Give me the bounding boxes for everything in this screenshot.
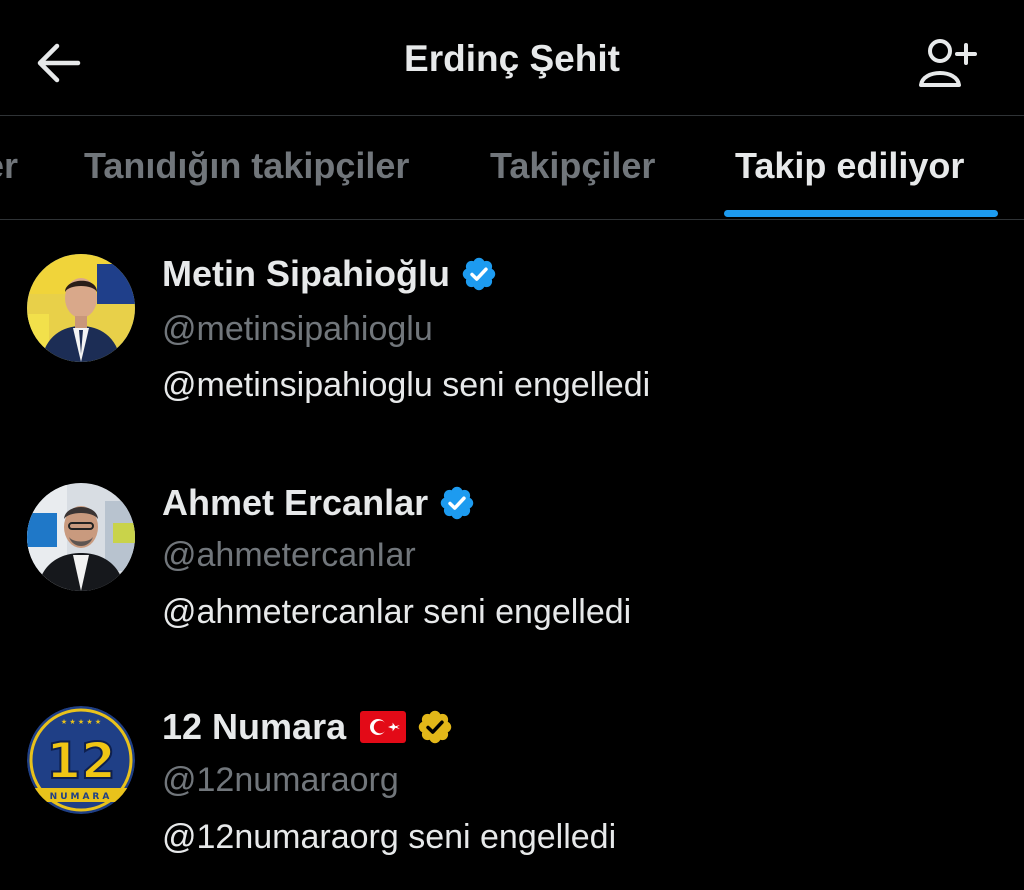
tab-known-followers[interactable]: Tanıdığın takipçiler xyxy=(84,145,409,187)
name-row: 12 Numara xyxy=(162,706,454,748)
avatar-subtext: NUMARA xyxy=(50,792,113,802)
handle: @metinsipahioglu xyxy=(162,310,433,348)
tab-partial[interactable]: er xyxy=(0,145,18,187)
block-status: @metinsipahioglu seni engelledi xyxy=(162,366,651,404)
active-tab-indicator xyxy=(724,210,998,217)
display-name: Ahmet Ercanlar xyxy=(162,482,429,523)
list-item[interactable]: Ahmet Ercanlar @ahmetercanIar @ahmeterca… xyxy=(0,450,1024,670)
avatar[interactable] xyxy=(27,254,135,362)
page-title: Erdinç Şehit xyxy=(404,38,620,79)
block-status: @12numaraorg seni engelledi xyxy=(162,818,617,856)
block-status: @ahmetercanlar seni engelledi xyxy=(162,593,632,631)
verified-badge-icon xyxy=(438,484,476,522)
avatar-image xyxy=(27,254,135,362)
handle: @ahmetercanIar xyxy=(162,536,416,574)
turkey-flag-icon xyxy=(360,711,407,743)
top-bar: Erdinç Şehit xyxy=(0,0,1024,116)
avatar[interactable]: ★ ★ ★ ★ ★ 12 NUMARA xyxy=(27,706,135,814)
tab-bar: er Tanıdığın takipçiler Takipçiler Takip… xyxy=(0,116,1024,220)
avatar-number: 12 xyxy=(46,732,116,790)
display-name: Metin Sipahioğlu xyxy=(162,253,450,294)
avatar[interactable] xyxy=(27,483,135,591)
name-row: Metin Sipahioğlu xyxy=(162,253,498,295)
add-person-icon xyxy=(919,39,977,87)
display-name: 12 Numara xyxy=(162,706,347,747)
add-person-button[interactable] xyxy=(916,36,978,90)
svg-text:★ ★ ★ ★ ★: ★ ★ ★ ★ ★ xyxy=(61,718,101,726)
verified-badge-icon xyxy=(460,255,498,293)
avatar-image xyxy=(27,483,135,591)
tab-followers[interactable]: Takipçiler xyxy=(490,145,655,187)
name-row: Ahmet Ercanlar xyxy=(162,482,476,524)
tab-following[interactable]: Takip ediliyor xyxy=(735,145,964,187)
verified-gold-badge-icon xyxy=(416,708,454,746)
avatar-image: ★ ★ ★ ★ ★ 12 NUMARA xyxy=(27,706,135,814)
handle: @12numaraorg xyxy=(162,761,399,799)
list-item[interactable]: ★ ★ ★ ★ ★ 12 NUMARA 12 Numara @12numarao… xyxy=(0,670,1024,890)
list-item[interactable]: Metin Sipahioğlu @metinsipahioglu @metin… xyxy=(0,220,1024,440)
